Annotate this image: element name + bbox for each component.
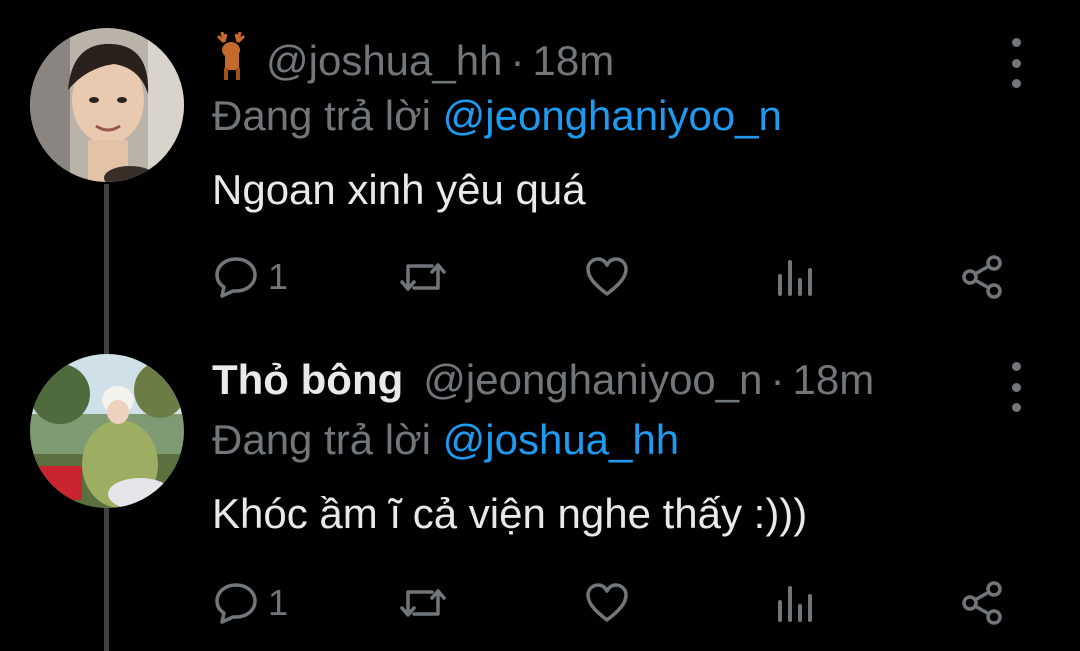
reply-count: 1	[268, 582, 289, 623]
share-button[interactable]	[960, 580, 1006, 626]
action-bar: 1	[0, 252, 1080, 302]
timestamp[interactable]: 18m	[793, 356, 875, 404]
handle-link[interactable]: @jeonghaniyoo_n	[423, 356, 762, 404]
tweet-text: Ngoan xinh yêu quá	[212, 166, 586, 213]
action-bar: 1	[0, 578, 1080, 628]
tweet-header: @joshua_hh · 18m	[212, 30, 614, 92]
share-icon	[960, 580, 1006, 626]
analytics-button[interactable]	[776, 584, 816, 622]
replying-to: Đang trả lời @jeonghaniyoo_n	[212, 92, 782, 140]
reply-icon	[214, 256, 258, 298]
reply-prefix: Đang trả lời	[212, 92, 431, 139]
reply-button[interactable]: 1	[214, 256, 288, 298]
tweet[interactable]: Thỏ bông @jeonghaniyoo_n · 18m Đang trả …	[0, 330, 1080, 651]
heart-icon	[584, 582, 630, 624]
reply-icon	[214, 582, 258, 624]
retweet-button[interactable]	[398, 258, 448, 296]
timestamp[interactable]: 18m	[532, 37, 614, 85]
analytics-button[interactable]	[776, 258, 816, 296]
retweet-icon	[398, 584, 448, 622]
reply-mention-link[interactable]: @jeonghaniyoo_n	[443, 92, 782, 139]
reply-mention-link[interactable]: @joshua_hh	[443, 416, 679, 463]
separator-dot: ·	[510, 37, 525, 84]
analytics-icon	[776, 258, 816, 296]
replying-to: Đang trả lời @joshua_hh	[212, 416, 679, 464]
deer-emoji-icon	[212, 30, 252, 92]
avatar[interactable]	[30, 28, 184, 182]
tweet-header: Thỏ bông @jeonghaniyoo_n · 18m	[212, 356, 874, 404]
like-button[interactable]	[584, 256, 630, 298]
like-button[interactable]	[584, 582, 630, 624]
more-options-icon[interactable]	[1004, 362, 1028, 412]
tweet-text: Khóc ầm ĩ cả viện nghe thấy :)))	[212, 490, 808, 537]
analytics-icon	[776, 584, 816, 622]
share-button[interactable]	[960, 254, 1006, 300]
avatar[interactable]	[30, 354, 184, 508]
more-options-icon[interactable]	[1004, 38, 1028, 88]
tweet[interactable]: @joshua_hh · 18m Đang trả lời @jeonghani…	[0, 0, 1080, 330]
heart-icon	[584, 256, 630, 298]
reply-count: 1	[268, 256, 289, 297]
share-icon	[960, 254, 1006, 300]
retweet-icon	[398, 258, 448, 296]
reply-prefix: Đang trả lời	[212, 416, 431, 463]
separator-dot: ·	[770, 356, 785, 403]
reply-button[interactable]: 1	[214, 582, 288, 624]
display-name[interactable]: Thỏ bông	[212, 356, 403, 404]
retweet-button[interactable]	[398, 584, 448, 622]
handle-link[interactable]: @joshua_hh	[266, 37, 502, 85]
